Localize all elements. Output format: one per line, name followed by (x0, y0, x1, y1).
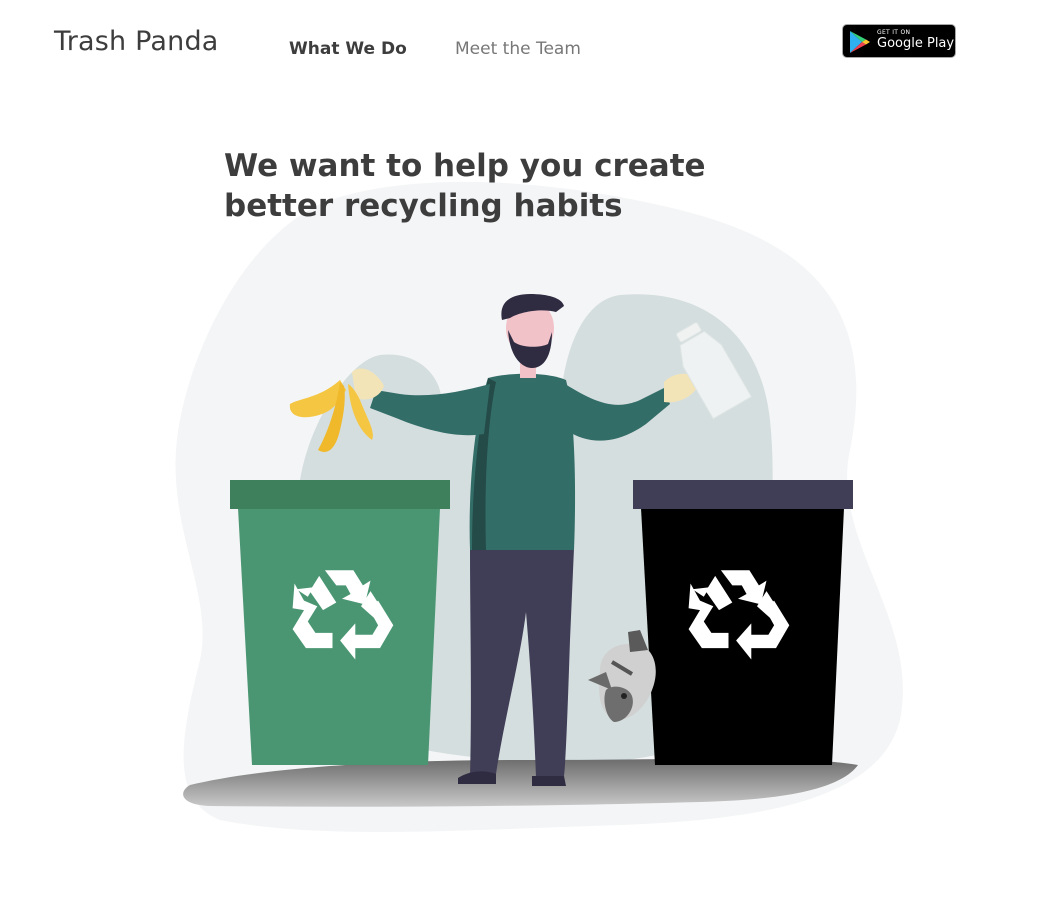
recycling-illustration (175, 181, 903, 832)
green-recycling-bin (230, 480, 450, 765)
black-recycling-bin (633, 480, 853, 765)
hero-title: We want to help you create better recycl… (224, 148, 706, 224)
